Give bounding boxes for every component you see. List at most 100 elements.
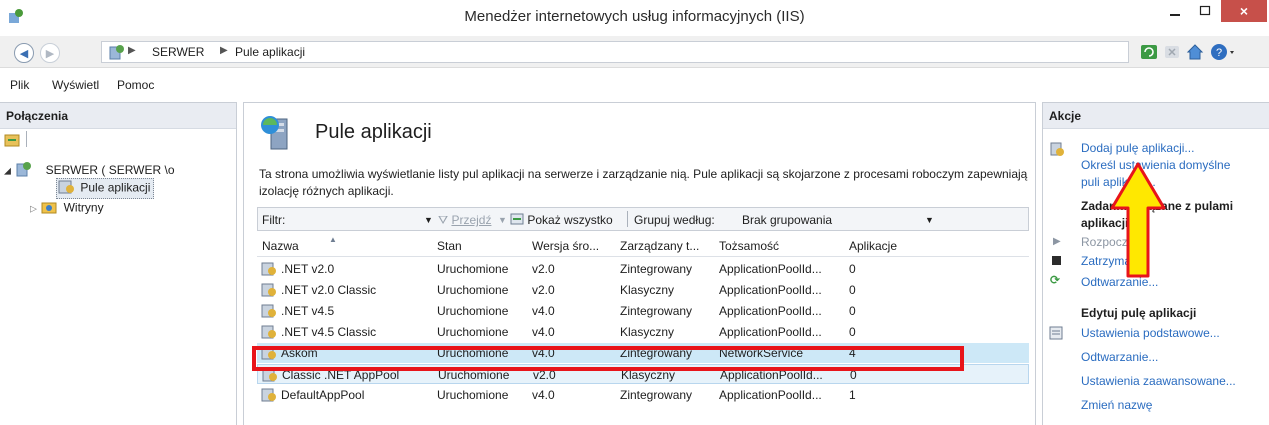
annotation-highlight-box bbox=[252, 346, 964, 371]
connections-panel: Połączenia ◢ SERWER ( SERWER \o Pule apl… bbox=[0, 102, 237, 425]
annotation-arrow-icon bbox=[1110, 162, 1166, 278]
filter-dropdown-icon[interactable]: ▼ bbox=[424, 215, 433, 225]
cell-pipeline: Zintegrowany bbox=[620, 304, 693, 318]
filter-input[interactable] bbox=[298, 210, 420, 228]
sort-ascending-icon: ▲ bbox=[329, 235, 337, 244]
recycling-link[interactable]: Odtwarzanie... bbox=[1081, 350, 1158, 364]
cell-pipeline: Klasyczny bbox=[620, 325, 675, 339]
basic-settings-link[interactable]: Ustawienia podstawowe... bbox=[1081, 326, 1220, 340]
toolbar-divider bbox=[26, 131, 27, 147]
sites-folder-icon bbox=[40, 199, 60, 218]
go-button[interactable]: ⛛ Przejdź bbox=[438, 213, 491, 228]
tree-item-app-pools[interactable]: Pule aplikacji bbox=[56, 178, 155, 199]
table-row[interactable]: DefaultAppPool Uruchomione v4.0 Zintegrowan… bbox=[257, 385, 1029, 405]
filter-bar: Filtr: ▼ ⛛ Przejdź ▼ Pokaż wszystko Grup… bbox=[257, 207, 1029, 231]
table-row[interactable]: .NET v4.5 Classic Uruchomione v4.0 Klasyczn… bbox=[257, 322, 1029, 342]
help-icon[interactable]: ? bbox=[1210, 43, 1236, 64]
column-name[interactable]: Nazwa bbox=[262, 239, 299, 253]
cell-state: Uruchomione bbox=[437, 262, 509, 276]
address-bar: ◀ ▶ ▶ SERWER ▶ Pule aplikacji ? bbox=[0, 36, 1269, 68]
show-all-button[interactable]: Pokaż wszystko bbox=[510, 213, 613, 228]
expand-icon[interactable]: ▷ bbox=[30, 204, 37, 214]
column-pipeline[interactable]: Zarządzany t... bbox=[620, 239, 699, 253]
filter-divider bbox=[627, 211, 628, 227]
tree-item-sites[interactable]: ▷ Witryny bbox=[30, 199, 104, 218]
cell-version: v2.0 bbox=[532, 283, 555, 297]
minimize-button[interactable] bbox=[1162, 0, 1188, 22]
tree-app-pools-label: Pule aplikacji bbox=[80, 180, 151, 195]
app-pools-panel: Pule aplikacji Ta strona umożliwia wyświ… bbox=[243, 102, 1036, 425]
cell-version: v4.0 bbox=[532, 304, 555, 318]
page-description: Ta strona umożliwia wyświetlanie listy p… bbox=[259, 167, 1028, 198]
cell-pipeline: Zintegrowany bbox=[620, 262, 693, 276]
advanced-settings-link[interactable]: Ustawienia zaawansowane... bbox=[1081, 374, 1236, 388]
table-row[interactable]: .NET v2.0 Classic Uruchomione v2.0 Klasyczn… bbox=[257, 280, 1029, 300]
basic-settings-icon bbox=[1049, 326, 1063, 343]
column-version[interactable]: Wersja śro... bbox=[532, 239, 599, 253]
table-header: Nazwa ▲ Stan Wersja śro... Zarządzany t.… bbox=[257, 233, 1029, 257]
server-icon bbox=[14, 161, 34, 180]
breadcrumb-separator-icon: ▶ bbox=[128, 45, 136, 56]
stop-icon[interactable] bbox=[1164, 44, 1180, 63]
group-by-label: Grupuj według: bbox=[634, 213, 715, 227]
menu-help[interactable]: Pomoc bbox=[117, 78, 154, 92]
cell-name: .NET v2.0 Classic bbox=[281, 283, 377, 297]
cell-applications: 0 bbox=[849, 304, 856, 318]
tree-sites-label: Witryny bbox=[63, 200, 104, 215]
go-dropdown-icon[interactable]: ▼ bbox=[498, 215, 507, 225]
menu-view[interactable]: Wyświetl bbox=[52, 78, 99, 92]
back-button[interactable]: ◀ bbox=[14, 43, 34, 63]
menu-bar: Plik Wyświetl Pomoc bbox=[0, 72, 1269, 96]
funnel-icon: ⛛ bbox=[438, 213, 449, 227]
cell-name: .NET v4.5 Classic bbox=[281, 325, 377, 339]
app-pool-icon bbox=[260, 261, 278, 280]
cell-name: DefaultAppPool bbox=[281, 388, 365, 402]
start-icon: ▶ bbox=[1053, 236, 1061, 247]
column-identity[interactable]: Tożsamość bbox=[719, 239, 779, 253]
show-all-label: Pokaż wszystko bbox=[527, 213, 613, 227]
collapse-icon[interactable]: ◢ bbox=[4, 166, 11, 176]
add-pool-icon bbox=[1049, 141, 1065, 160]
group-by-dropdown-icon[interactable]: ▼ bbox=[925, 215, 934, 225]
actions-title: Akcje bbox=[1043, 103, 1269, 129]
home-icon[interactable] bbox=[1186, 43, 1204, 64]
maximize-button[interactable] bbox=[1192, 0, 1218, 22]
close-button[interactable]: × bbox=[1221, 0, 1267, 22]
column-state[interactable]: Stan bbox=[437, 239, 462, 253]
cell-state: Uruchomione bbox=[437, 304, 509, 318]
tree-server-label: SERWER ( SERWER \o bbox=[45, 162, 175, 177]
app-pool-icon bbox=[57, 179, 77, 198]
filter-label: Filtr: bbox=[262, 213, 286, 227]
cell-identity: ApplicationPoolId... bbox=[719, 283, 822, 297]
cell-applications: 0 bbox=[849, 283, 856, 297]
table-row[interactable]: .NET v2.0 Uruchomione v2.0 Zintegrowany Appl… bbox=[257, 259, 1029, 279]
server-icon bbox=[108, 44, 126, 63]
cell-applications: 0 bbox=[849, 325, 856, 339]
column-applications[interactable]: Aplikacje bbox=[849, 239, 897, 253]
refresh-icon[interactable] bbox=[1140, 43, 1158, 64]
cell-version: v4.0 bbox=[532, 325, 555, 339]
group-by-select[interactable]: Brak grupowania bbox=[742, 213, 832, 227]
table-row[interactable]: .NET v4.5 Uruchomione v4.0 Zintegrowany Appl… bbox=[257, 301, 1029, 321]
title-bar: Menedżer internetowych usług informacyjn… bbox=[0, 0, 1269, 32]
breadcrumb[interactable]: ▶ SERWER ▶ Pule aplikacji bbox=[101, 41, 1129, 63]
cell-identity: ApplicationPoolId... bbox=[719, 388, 822, 402]
rename-link[interactable]: Zmień nazwę bbox=[1081, 398, 1152, 412]
cell-state: Uruchomione bbox=[437, 388, 509, 402]
app-pool-icon bbox=[260, 303, 278, 322]
back-arrow-icon: ◀ bbox=[19, 47, 29, 60]
forward-button[interactable]: ▶ bbox=[40, 43, 60, 63]
connect-icon[interactable] bbox=[4, 132, 22, 151]
cell-name: .NET v4.5 bbox=[281, 304, 335, 318]
cell-name: .NET v2.0 bbox=[281, 262, 335, 276]
breadcrumb-app-pools[interactable]: Pule aplikacji bbox=[235, 45, 305, 59]
breadcrumb-separator-icon: ▶ bbox=[220, 45, 228, 56]
cell-identity: ApplicationPoolId... bbox=[719, 262, 822, 276]
add-app-pool-link[interactable]: Dodaj pulę aplikacji... bbox=[1081, 141, 1194, 155]
breadcrumb-server[interactable]: SERWER bbox=[152, 45, 204, 59]
recycle-icon: ⟳ bbox=[1050, 273, 1061, 287]
address-toolbar: ? bbox=[1140, 43, 1236, 64]
app-pools-header-icon bbox=[257, 113, 301, 156]
menu-file[interactable]: Plik bbox=[10, 78, 29, 92]
page-title: Pule aplikacji bbox=[315, 121, 432, 143]
